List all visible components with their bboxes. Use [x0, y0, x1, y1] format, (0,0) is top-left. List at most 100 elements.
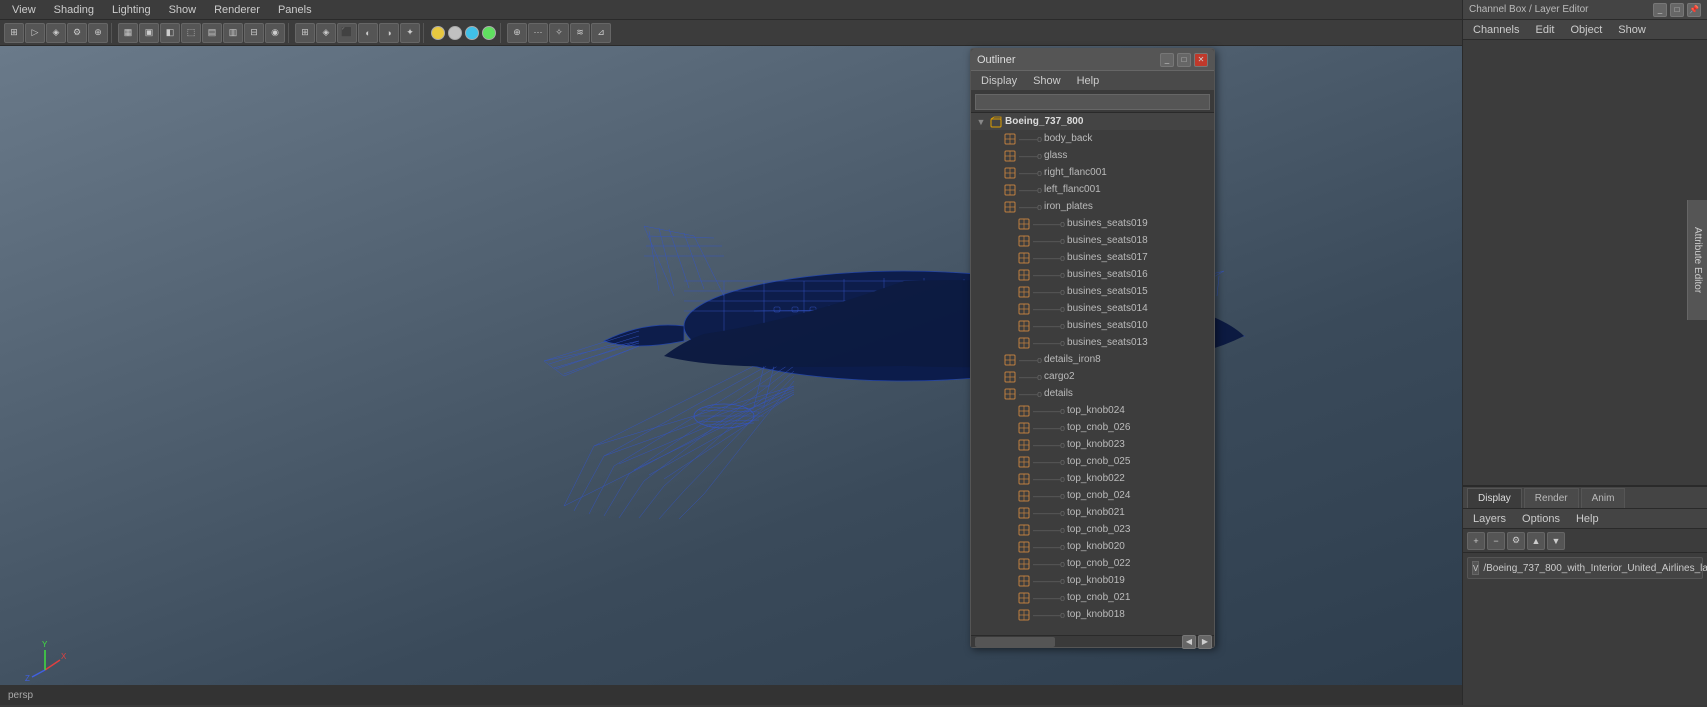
expand-icon[interactable] [1003, 405, 1015, 417]
outliner-item[interactable]: ———o top_knob022 [971, 470, 1214, 487]
outliner-item[interactable]: ——o glass [971, 147, 1214, 164]
expand-icon[interactable] [1003, 269, 1015, 281]
expand-icon[interactable] [989, 133, 1001, 145]
outliner-item[interactable]: ———o busines_seats010 [971, 317, 1214, 334]
outliner-item[interactable]: ▼ Boeing_737_800 [971, 113, 1214, 130]
right-menu-show[interactable]: Show [1612, 22, 1652, 38]
layer-menu-layers[interactable]: Layers [1467, 511, 1512, 527]
layer-tab-anim[interactable]: Anim [1581, 488, 1626, 508]
menu-view[interactable]: View [4, 2, 44, 18]
layer-options-btn[interactable]: ⚙ [1507, 532, 1525, 550]
outliner-item[interactable]: ——o right_flanc001 [971, 164, 1214, 181]
expand-icon[interactable] [1003, 473, 1015, 485]
right-panel-maximize[interactable]: □ [1670, 3, 1684, 17]
layer-menu-help[interactable]: Help [1570, 511, 1605, 527]
expand-icon[interactable] [1003, 439, 1015, 451]
layer-tab-render[interactable]: Render [1524, 488, 1579, 508]
outliner-item[interactable]: ———o top_knob018 [971, 606, 1214, 623]
outliner-item[interactable]: ——o left_flanc001 [971, 181, 1214, 198]
expand-icon[interactable] [989, 371, 1001, 383]
toolbar-btn-14[interactable]: ⊞ [295, 23, 315, 43]
toolbar-snap-btn2[interactable]: ⋯ [528, 23, 548, 43]
outliner-item[interactable]: ———o top_knob023 [971, 436, 1214, 453]
outliner-item[interactable]: ——o details [971, 385, 1214, 402]
outliner-item[interactable]: ——o cargo2 [971, 368, 1214, 385]
outliner-item[interactable]: ———o top_cnob_022 [971, 555, 1214, 572]
menu-renderer[interactable]: Renderer [206, 2, 268, 18]
outliner-menu-show[interactable]: Show [1027, 73, 1067, 89]
expand-icon[interactable] [1003, 507, 1015, 519]
expand-icon[interactable] [989, 150, 1001, 162]
attribute-editor-tab[interactable]: Attribute Editor [1687, 200, 1707, 320]
expand-icon[interactable] [1003, 490, 1015, 502]
toolbar-btn-16[interactable]: ⬛ [337, 23, 357, 43]
viewport[interactable]: X Y Z persp [0, 46, 1707, 705]
toolbar-btn-18[interactable]: ◑ [379, 23, 399, 43]
layer-delete-btn[interactable]: − [1487, 532, 1505, 550]
toolbar-extra-btn2[interactable]: ⊿ [591, 23, 611, 43]
expand-icon[interactable] [989, 354, 1001, 366]
expand-icon[interactable] [1003, 252, 1015, 264]
menu-panels[interactable]: Panels [270, 2, 320, 18]
expand-icon[interactable] [1003, 218, 1015, 230]
toolbar-btn-4[interactable]: ⚙ [67, 23, 87, 43]
toolbar-circle-yellow[interactable] [431, 26, 445, 40]
toolbar-btn-2[interactable]: ▷ [25, 23, 45, 43]
outliner-item[interactable]: ———o busines_seats013 [971, 334, 1214, 351]
menu-show[interactable]: Show [161, 2, 205, 18]
toolbar-circle-cyan[interactable] [465, 26, 479, 40]
toolbar-btn-12[interactable]: ⊟ [244, 23, 264, 43]
layer-move-up-btn[interactable]: ▲ [1527, 532, 1545, 550]
expand-icon[interactable] [1003, 235, 1015, 247]
toolbar-snap-btn3[interactable]: ✧ [549, 23, 569, 43]
expand-icon[interactable] [989, 184, 1001, 196]
outliner-item[interactable]: ———o top_cnob_026 [971, 419, 1214, 436]
right-panel-minimize[interactable]: _ [1653, 3, 1667, 17]
expand-icon[interactable] [1003, 592, 1015, 604]
outliner-item[interactable]: ——o iron_plates [971, 198, 1214, 215]
expand-icon[interactable] [1003, 558, 1015, 570]
layer-menu-options[interactable]: Options [1516, 511, 1566, 527]
outliner-item[interactable]: ———o busines_seats015 [971, 283, 1214, 300]
outliner-item[interactable]: ———o top_cnob_024 [971, 487, 1214, 504]
toolbar-btn-19[interactable]: ✦ [400, 23, 420, 43]
outliner-item[interactable]: ———o top_cnob_023 [971, 521, 1214, 538]
expand-icon[interactable] [1003, 337, 1015, 349]
right-menu-channels[interactable]: Channels [1467, 22, 1525, 38]
outliner-minimize-btn[interactable]: _ [1160, 53, 1174, 67]
layer-new-btn[interactable]: + [1467, 532, 1485, 550]
expand-icon[interactable] [1003, 456, 1015, 468]
toolbar-extra-btn[interactable]: ≋ [570, 23, 590, 43]
outliner-item[interactable]: ———o busines_seats019 [971, 215, 1214, 232]
toolbar-btn-1[interactable]: ⊞ [4, 23, 24, 43]
expand-icon[interactable] [989, 167, 1001, 179]
outliner-item[interactable]: ———o top_knob020 [971, 538, 1214, 555]
outliner-maximize-btn[interactable]: □ [1177, 53, 1191, 67]
toolbar-btn-5[interactable]: ⊕ [88, 23, 108, 43]
layer-visibility-btn[interactable]: V [1472, 561, 1479, 575]
outliner-item[interactable]: ———o busines_seats017 [971, 249, 1214, 266]
outliner-content[interactable]: ▼ Boeing_737_800 ——o body_back ——o glass… [971, 113, 1214, 635]
toolbar-btn-3[interactable]: ◈ [46, 23, 66, 43]
layer-move-down-btn[interactable]: ▼ [1547, 532, 1565, 550]
outliner-menu-display[interactable]: Display [975, 73, 1023, 89]
outliner-menu-help[interactable]: Help [1071, 73, 1106, 89]
expand-icon[interactable] [1003, 575, 1015, 587]
outliner-scroll-left[interactable]: ◀ [1182, 635, 1196, 649]
expand-icon[interactable] [1003, 524, 1015, 536]
outliner-item[interactable]: ———o busines_seats016 [971, 266, 1214, 283]
toolbar-btn-11[interactable]: ▥ [223, 23, 243, 43]
toolbar-circle-gray[interactable] [448, 26, 462, 40]
outliner-item[interactable]: ———o top_knob024 [971, 402, 1214, 419]
right-menu-edit[interactable]: Edit [1529, 22, 1560, 38]
toolbar-btn-7[interactable]: ▣ [139, 23, 159, 43]
expand-icon[interactable] [1003, 422, 1015, 434]
expand-icon[interactable] [989, 201, 1001, 213]
layer-row-boeing[interactable]: V /Boeing_737_800_with_Interior_United_A… [1467, 557, 1703, 579]
outliner-item[interactable]: ———o top_cnob_025 [971, 453, 1214, 470]
outliner-scroll-right[interactable]: ▶ [1198, 635, 1212, 649]
outliner-close-btn[interactable]: ✕ [1194, 53, 1208, 67]
toolbar-btn-15[interactable]: ◈ [316, 23, 336, 43]
toolbar-btn-10[interactable]: ▤ [202, 23, 222, 43]
expand-icon[interactable]: ▼ [975, 116, 987, 128]
